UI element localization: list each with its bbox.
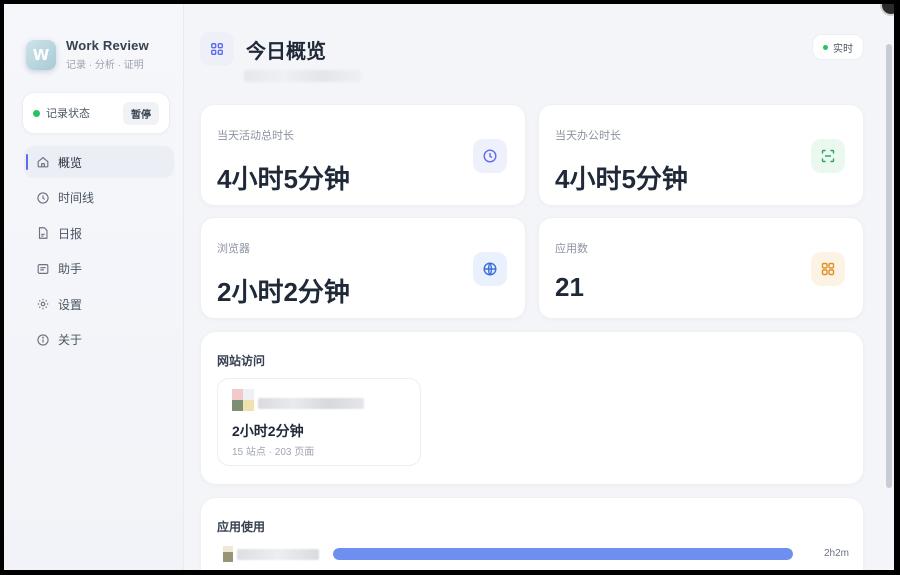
stat-label: 应用数 xyxy=(555,243,588,255)
status-dot-icon xyxy=(33,109,40,117)
pause-button[interactable]: 暂停 xyxy=(123,101,159,125)
stat-label: 浏览器 xyxy=(217,243,250,255)
app-icon xyxy=(223,546,233,562)
stat-value: 4小时5分钟 xyxy=(217,164,350,194)
recording-status-card: 记录状态 暂停 xyxy=(22,92,170,134)
grid-icon xyxy=(811,252,845,286)
app-name-redacted xyxy=(237,549,319,560)
app-usage-time: 2h2m xyxy=(823,548,849,559)
live-dot-icon xyxy=(823,44,828,50)
site-favicon-icon xyxy=(232,389,254,411)
clock-icon xyxy=(473,139,507,173)
stat-value: 21 xyxy=(555,272,584,302)
sidebar-item-settings[interactable]: 设置 xyxy=(24,288,174,320)
sidebar-item-overview[interactable]: 概览 xyxy=(24,146,174,178)
main-content: 今日概览 实时 当天活动总时长 4小时5分钟 当天办公时长 4小时5分钟 浏览器… xyxy=(184,4,894,570)
stat-card-browser: 浏览器 2小时2分钟 xyxy=(200,217,526,319)
live-status-badge: 实时 xyxy=(812,34,864,60)
sidebar-item-label: 助手 xyxy=(58,262,83,276)
site-name-redacted xyxy=(258,398,364,409)
stat-card-app-count: 应用数 21 xyxy=(538,217,864,319)
app-logo-icon: W xyxy=(26,39,56,70)
clock-icon xyxy=(36,191,50,205)
sidebar-item-label: 设置 xyxy=(58,297,83,312)
stat-value: 2小时2分钟 xyxy=(217,277,350,307)
recording-status-label: 记录状态 xyxy=(46,108,90,120)
sidebar-item-assistant[interactable]: 助手 xyxy=(24,253,174,285)
stat-card-total-activity: 当天活动总时长 4小时5分钟 xyxy=(200,104,526,206)
app-tagline: 记录 · 分析 · 证明 xyxy=(66,60,144,71)
stat-value: 4小时5分钟 xyxy=(555,164,688,194)
live-label: 实时 xyxy=(833,43,853,55)
sidebar-nav: 概览 时间线 日报 助手 设置 关于 xyxy=(24,146,174,359)
scan-icon xyxy=(811,139,845,173)
app-window: W Work Review 记录 · 分析 · 证明 记录状态 暂停 概览 时间… xyxy=(4,4,894,570)
app-name: Work Review xyxy=(66,38,149,53)
brand: W Work Review 记录 · 分析 · 证明 xyxy=(26,38,149,71)
sidebar-item-timeline[interactable]: 时间线 xyxy=(24,182,174,214)
document-icon xyxy=(36,226,50,240)
home-icon xyxy=(36,155,50,169)
main-scrollbar[interactable] xyxy=(886,44,892,488)
stat-label: 当天办公时长 xyxy=(555,130,621,142)
page-title: 今日概览 xyxy=(246,40,326,63)
dashboard-icon xyxy=(200,32,234,66)
sidebar-item-label: 关于 xyxy=(58,333,83,347)
globe-icon xyxy=(473,252,507,286)
info-icon xyxy=(36,333,50,347)
usage-bar-track xyxy=(333,548,793,560)
gear-icon xyxy=(36,297,50,311)
chat-icon xyxy=(36,262,50,276)
sidebar-item-daily-report[interactable]: 日报 xyxy=(24,217,174,249)
sidebar-item-label: 时间线 xyxy=(58,191,95,205)
website-visits-panel: 网站访问 2小时2分钟 15 站点 · 203 页面 xyxy=(200,331,864,485)
stat-label: 当天活动总时长 xyxy=(217,130,294,142)
usage-bar-fill xyxy=(333,548,793,560)
section-title: 网站访问 xyxy=(217,354,266,368)
site-summary-card[interactable]: 2小时2分钟 15 站点 · 203 页面 xyxy=(217,378,421,466)
sidebar: W Work Review 记录 · 分析 · 证明 记录状态 暂停 概览 时间… xyxy=(4,4,184,570)
app-usage-panel: 应用使用 2h2m xyxy=(200,497,864,570)
page-header: 今日概览 xyxy=(200,32,326,66)
app-usage-row[interactable]: 2h2m xyxy=(217,546,849,562)
sidebar-item-about[interactable]: 关于 xyxy=(24,324,174,356)
section-title: 应用使用 xyxy=(217,520,266,534)
sidebar-item-label: 日报 xyxy=(58,226,83,241)
site-stats-meta: 15 站点 · 203 页面 xyxy=(232,447,315,458)
site-total-time: 2小时2分钟 xyxy=(232,423,304,439)
sidebar-item-label: 概览 xyxy=(58,155,83,170)
date-subtitle-redacted xyxy=(244,70,362,82)
stat-card-office-time: 当天办公时长 4小时5分钟 xyxy=(538,104,864,206)
